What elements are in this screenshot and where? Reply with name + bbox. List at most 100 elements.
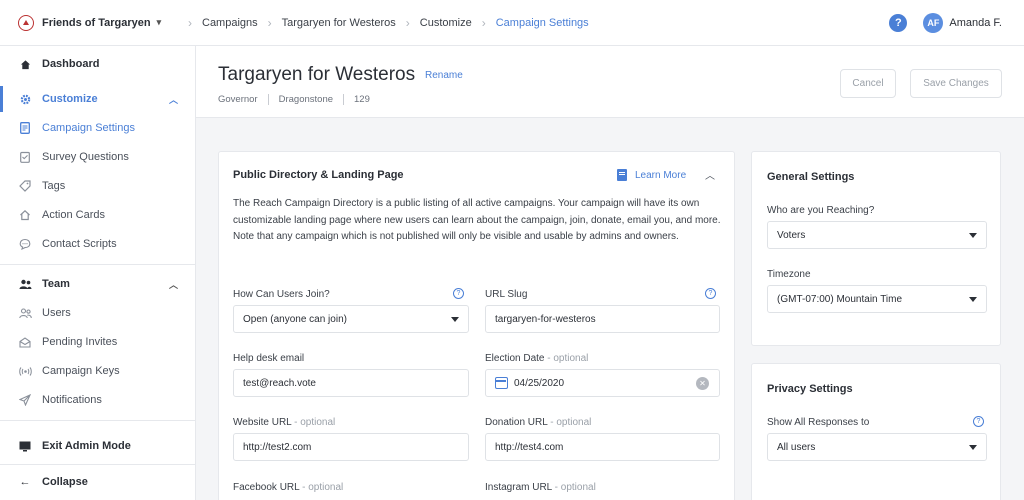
sidebar-item-campaign-keys[interactable]: Campaign Keys [0,358,196,384]
chevron-up-icon: ︿ [168,279,178,290]
sidebar-item-action-cards[interactable]: Action Cards [0,202,196,228]
donation-url-value: http://test4.com [495,441,564,453]
sidebar-item-users[interactable]: Users [0,300,196,326]
save-changes-button[interactable]: Save Changes [910,69,1002,98]
optional-hint: - optional [550,417,592,428]
donation-url-input[interactable]: http://test4.com [485,433,720,461]
clear-icon[interactable]: ✕ [696,377,709,390]
help-icon[interactable]: ? [705,288,716,299]
sidebar-item-team[interactable]: Team ︿ [0,271,196,297]
rename-link[interactable]: Rename [425,70,463,81]
website-url-input[interactable]: http://test2.com [233,433,469,461]
timezone-select[interactable]: (GMT-07:00) Mountain Time [767,285,987,313]
card-title: Privacy Settings [767,383,853,395]
exit-admin-mode-button[interactable]: Exit Admin Mode [0,433,196,459]
collapse-button[interactable]: ← Collapse [0,469,196,495]
donation-url-label-text: Donation URL [485,417,548,428]
reaching-value: Voters [777,229,806,241]
card-title: General Settings [767,171,855,183]
sidebar-item-dashboard[interactable]: Dashboard [0,51,196,77]
avatar[interactable]: AF [923,13,944,33]
home-icon [18,57,32,71]
sidebar-item-tags[interactable]: Tags [0,173,196,199]
election-date-label: Election Date - optional [485,353,588,364]
breadcrumb: › Campaigns › Targaryen for Westeros › C… [178,16,589,30]
page-title: Targaryen for Westeros [218,64,416,85]
website-url-label: Website URL - optional [233,417,335,428]
reaching-select[interactable]: Voters [767,221,987,249]
directory-description: The Reach Campaign Directory is a public… [233,198,721,242]
sidebar-item-label: Team [42,278,70,290]
sidebar-item-label: Campaign Keys [42,365,120,377]
house-icon [18,208,32,222]
chevron-up-icon[interactable]: ︿ [705,167,715,182]
chat-bubble-icon [18,237,32,251]
help-icon[interactable]: ? [453,288,464,299]
how-join-label: How Can Users Join? [233,289,330,300]
timezone-value: (GMT-07:00) Mountain Time [777,293,903,305]
sidebar-item-label: Action Cards [42,209,105,221]
broadcast-icon [18,364,32,378]
breadcrumb-campaign[interactable]: Targaryen for Westeros [282,17,396,29]
sidebar-item-contact-scripts[interactable]: Contact Scripts [0,231,196,257]
help-icon[interactable]: ? [973,416,984,427]
breadcrumb-separator-icon: › [188,15,192,30]
sidebar-item-survey-questions[interactable]: Survey Questions [0,144,196,170]
caret-down-icon [451,317,459,322]
sidebar-item-label: Campaign Settings [42,122,135,134]
general-settings-card: General Settings Who are you Reaching? V… [751,151,1001,346]
sidebar-item-label: Survey Questions [42,151,129,163]
helpdesk-email-value: test@reach.vote [243,377,316,389]
facebook-url-label: Facebook URL - optional [233,482,343,493]
org-logo-icon [18,14,34,31]
election-date-label-text: Election Date [485,353,545,364]
instagram-url-label-text: Instagram URL [485,482,552,493]
sidebar-item-label: Users [42,307,71,319]
sidebar-item-notifications[interactable]: Notifications [0,387,196,413]
show-responses-select[interactable]: All users [767,433,987,461]
privacy-settings-card: Privacy Settings Show All Responses to ?… [751,363,1001,500]
show-responses-label: Show All Responses to [767,417,870,428]
meta-divider [343,94,345,105]
org-switcher[interactable]: Friends of Targaryen ▾ [0,14,178,31]
url-slug-input[interactable]: targaryen-for-westeros [485,305,720,333]
breadcrumb-customize[interactable]: Customize [420,17,472,29]
exit-icon [18,439,32,453]
helpdesk-email-label: Help desk email [233,353,305,364]
user-name[interactable]: Amanda F. [949,17,1002,29]
helpdesk-email-input[interactable]: test@reach.vote [233,369,469,397]
calendar-icon [495,377,508,389]
election-date-input[interactable]: 04/25/2020 ✕ [485,369,720,397]
envelope-icon [18,335,32,349]
users-icon [18,306,32,320]
how-join-select[interactable]: Open (anyone can join) [233,305,469,333]
sidebar-item-label: Pending Invites [42,336,118,348]
optional-hint: - optional [302,482,344,493]
optional-hint: - optional [294,417,336,428]
website-url-value: http://test2.com [243,441,312,453]
sidebar-item-campaign-settings[interactable]: Campaign Settings [0,115,196,141]
sidebar: Dashboard Customize ︿ Campaign Settings … [0,46,196,500]
optional-hint: - optional [554,482,596,493]
sidebar-item-pending-invites[interactable]: Pending Invites [0,329,196,355]
breadcrumb-campaigns[interactable]: Campaigns [202,17,258,29]
sidebar-item-customize[interactable]: Customize ︿ [0,86,196,112]
help-icon[interactable]: ? [889,14,908,32]
show-responses-value: All users [777,441,816,453]
sidebar-item-label: Contact Scripts [42,238,117,250]
paper-plane-icon [18,393,32,407]
sidebar-item-label: Notifications [42,394,102,406]
url-slug-label: URL Slug [485,289,528,300]
chevron-up-icon: ︿ [168,94,178,105]
cancel-button[interactable]: Cancel [840,69,896,98]
page-header: Targaryen for Westeros Rename Governor D… [196,46,1024,118]
breadcrumb-campaign-settings: Campaign Settings [495,16,589,29]
gear-icon [18,92,32,106]
facebook-url-label-text: Facebook URL [233,482,300,493]
sidebar-item-label: Tags [42,180,66,192]
timezone-label: Timezone [767,269,811,280]
caret-down-icon [969,445,977,450]
learn-more-link[interactable]: Learn More [617,169,686,181]
url-slug-value: targaryen-for-westeros [495,313,596,325]
sidebar-item-label: Customize [42,93,98,105]
